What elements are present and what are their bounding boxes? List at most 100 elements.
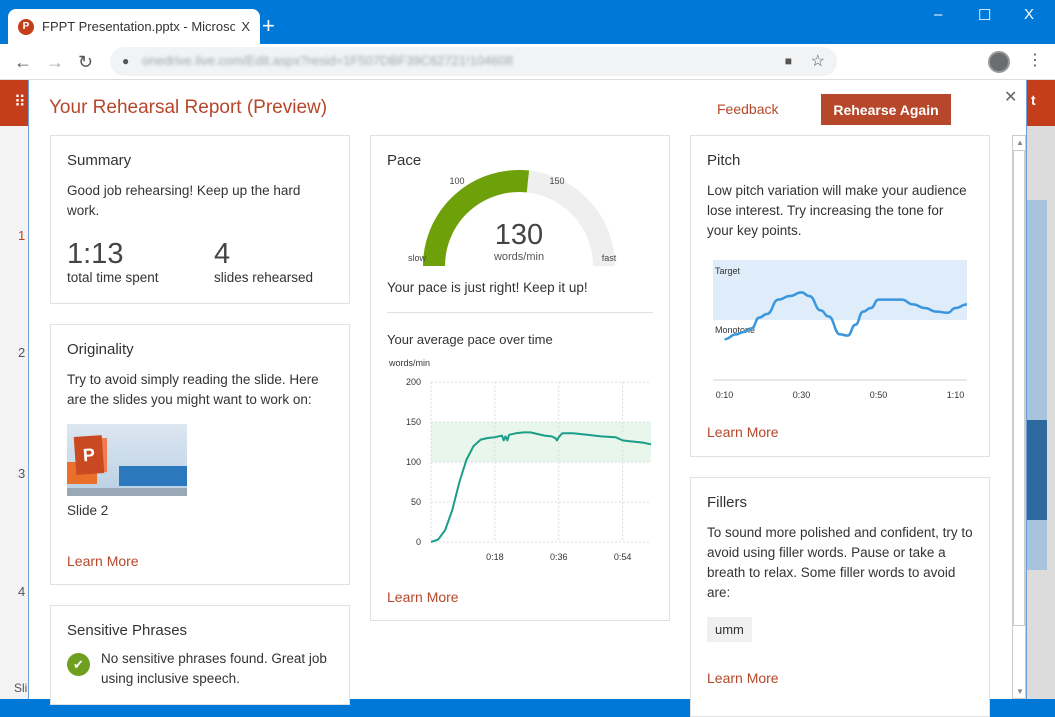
- gauge-label-slow: slow: [408, 253, 427, 263]
- rehearse-again-button[interactable]: Rehearse Again: [821, 94, 951, 125]
- pace-over-time-chart: words/min 0 50 100 150 200 0:18 0:36 0:54: [388, 358, 652, 562]
- browser-toolbar: ← → ↻ ● onedrive.live.com/Edit.aspx?resi…: [0, 44, 1055, 80]
- scroll-up-icon[interactable]: ▲: [1016, 138, 1024, 147]
- lock-icon: ●: [122, 54, 130, 68]
- pitch-chart: TargetMonotone0:10 0:30 0:50 1:10: [713, 260, 968, 400]
- x-tick-label: 0:54: [614, 552, 632, 562]
- ribbon-text: t: [1027, 80, 1055, 126]
- pitch-learn-more-link[interactable]: Learn More: [707, 424, 779, 440]
- thumbnail-title-bar: [119, 466, 187, 486]
- fillers-heading: Fillers: [707, 494, 747, 511]
- background-slide-panel: ⠿ 1 2 3 4 Sli: [0, 80, 28, 699]
- status-text: Sli: [14, 681, 28, 695]
- url-text[interactable]: onedrive.live.com/Edit.aspx?resid=1F507D…: [142, 53, 513, 68]
- address-bar[interactable]: ● onedrive.live.com/Edit.aspx?resid=1F50…: [110, 47, 837, 76]
- dialog-scrollbar[interactable]: ▲ ▼: [1012, 135, 1026, 699]
- window-close-button[interactable]: X: [1024, 6, 1034, 23]
- x-tick-label: 0:36: [550, 552, 568, 562]
- originality-heading: Originality: [67, 341, 134, 358]
- summary-heading: Summary: [67, 152, 132, 169]
- slide-number: 4: [18, 584, 26, 599]
- gauge-label-100: 100: [449, 176, 464, 186]
- gauge-label-150: 150: [549, 176, 564, 186]
- filler-word-chip: umm: [707, 617, 752, 642]
- slide-thumbnail[interactable]: P: [67, 424, 187, 496]
- slide-preview-band: [1027, 420, 1047, 520]
- filler-words-list: umm: [707, 617, 973, 642]
- scroll-down-icon[interactable]: ▼: [1016, 687, 1024, 696]
- originality-text: Try to avoid simply reading the slide. H…: [67, 372, 319, 407]
- powerpoint-icon: P: [18, 18, 34, 35]
- gauge-unit: words/min: [493, 251, 544, 263]
- browser-titlebar: P FPPT Presentation.pptx - Microsoft Pow…: [0, 0, 1055, 44]
- profile-avatar[interactable]: [988, 51, 1010, 73]
- x-tick-label: 0:30: [793, 390, 811, 400]
- pace-message: Your pace is just right! Keep it up!: [387, 280, 588, 295]
- slides-rehearsed-value: 4: [214, 238, 231, 270]
- back-button[interactable]: ←: [14, 52, 32, 73]
- x-tick-label: 0:10: [716, 390, 734, 400]
- rehearsal-report-dialog: Your Rehearsal Report (Preview) Feedback…: [28, 80, 1027, 717]
- dialog-title: Your Rehearsal Report (Preview): [49, 97, 328, 118]
- slide-label: Slide 2: [67, 503, 109, 518]
- camera-icon[interactable]: ■: [785, 54, 792, 68]
- fillers-card: Fillers To sound more polished and confi…: [690, 477, 990, 717]
- tab-close-icon[interactable]: X: [241, 19, 250, 34]
- browser-tab[interactable]: P FPPT Presentation.pptx - Microsoft Pow…: [8, 9, 260, 44]
- slides-rehearsed-label: slides rehearsed: [214, 270, 314, 285]
- slide-number: 3: [18, 466, 26, 481]
- y-tick-label: 100: [406, 457, 421, 467]
- x-tick-label: 1:10: [947, 390, 965, 400]
- sensitive-phrases-card: Sensitive Phrases ✔ No sensitive phrases…: [50, 605, 350, 705]
- summary-text: Good job rehearsing! Keep up the hard wo…: [67, 183, 301, 218]
- y-tick-label: 200: [406, 377, 421, 387]
- gauge-label-fast: fast: [602, 253, 617, 263]
- app-launcher-icon[interactable]: ⠿: [0, 80, 28, 126]
- scrollbar-thumb[interactable]: [1013, 150, 1025, 626]
- originality-learn-more-link[interactable]: Learn More: [67, 553, 139, 569]
- check-circle-icon: ✔: [67, 653, 90, 676]
- x-tick-label: 0:50: [870, 390, 888, 400]
- maximize-button[interactable]: ☐: [978, 6, 991, 24]
- pace-heading: Pace: [387, 152, 422, 169]
- pace-gauge: 100 150 slow fast 130 words/min: [408, 170, 617, 267]
- fillers-learn-more-link[interactable]: Learn More: [707, 670, 779, 686]
- sensitive-heading: Sensitive Phrases: [67, 622, 188, 639]
- forward-button[interactable]: →: [46, 52, 64, 73]
- pitch-text: Low pitch variation will make your audie…: [707, 183, 967, 238]
- pace-card: Pace 100 150 slow fast 130 words/min You…: [370, 135, 670, 621]
- slide-number: 1: [18, 228, 26, 243]
- powerpoint-logo-icon: P: [73, 435, 105, 475]
- feedback-link[interactable]: Feedback: [717, 101, 778, 117]
- sensitive-text: No sensitive phrases found. Great job us…: [101, 651, 327, 686]
- x-tick-label: 0:18: [486, 552, 504, 562]
- y-tick-label: 0: [416, 537, 421, 547]
- total-time-value: 1:13: [67, 238, 124, 270]
- y-axis-label: words/min: [388, 358, 430, 368]
- slide-number: 2: [18, 345, 26, 360]
- target-pace-band: [431, 422, 651, 462]
- minimize-button[interactable]: –: [934, 6, 942, 23]
- pace-learn-more-link[interactable]: Learn More: [387, 589, 459, 605]
- y-tick-label: 50: [411, 497, 421, 507]
- background-slide-area: t: [1027, 80, 1055, 699]
- close-icon[interactable]: ✕: [1004, 87, 1017, 107]
- bookmark-star-icon[interactable]: ☆: [811, 51, 825, 71]
- originality-card: Originality Try to avoid simply reading …: [50, 324, 350, 585]
- browser-menu-icon[interactable]: ⋮: [1027, 50, 1043, 70]
- total-time-label: total time spent: [67, 270, 159, 285]
- summary-card: Summary Good job rehearsing! Keep up the…: [50, 135, 350, 304]
- total-time-stat: 1:13 total time spent: [67, 238, 159, 285]
- y-tick-label: 150: [406, 417, 421, 427]
- tab-title: FPPT Presentation.pptx - Microsoft Power…: [42, 19, 236, 34]
- slides-rehearsed-stat: 4 slides rehearsed: [214, 238, 313, 285]
- reload-button[interactable]: ↻: [78, 52, 93, 73]
- new-tab-button[interactable]: +: [262, 13, 275, 39]
- pace-divider: [387, 312, 653, 313]
- fillers-text: To sound more polished and confident, tr…: [707, 525, 973, 600]
- band-label-target: Target: [715, 266, 741, 276]
- target-pitch-band: [713, 260, 967, 320]
- pitch-card: Pitch Low pitch variation will make your…: [690, 135, 990, 457]
- gauge-value: 130: [495, 219, 543, 251]
- pace-chart-heading: Your average pace over time: [387, 332, 553, 347]
